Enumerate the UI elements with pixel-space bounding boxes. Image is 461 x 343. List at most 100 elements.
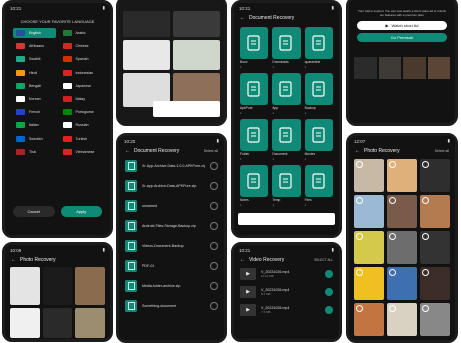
select-all-link[interactable]: SELECT ALL [314,258,333,262]
photo-thumb[interactable] [387,303,417,336]
folder-item[interactable]: Temp 1 [272,165,301,207]
folder-item[interactable]: Boox 1 [240,27,269,69]
folder-item[interactable]: Downloads 1 [272,27,301,69]
gallery-thumb[interactable] [403,56,426,79]
photo-thumb[interactable] [387,267,417,300]
select-checkbox[interactable] [325,306,333,314]
gallery-thumb[interactable] [378,56,401,79]
folder-item[interactable]: App 1 [272,73,301,115]
folder-item[interactable]: Backup 1 [304,73,333,115]
photo-thumb[interactable] [354,267,384,300]
list-item[interactable]: unnamed [119,196,224,216]
folder-item[interactable]: Folder 1 [240,119,269,161]
language-option[interactable]: French [13,107,56,117]
gallery-thumb[interactable] [10,267,40,305]
select-checkbox[interactable] [389,233,396,240]
gallery-thumb[interactable] [75,308,105,338]
select-checkbox[interactable] [210,202,218,210]
select-checkbox[interactable] [356,269,363,276]
list-item[interactable]: ▶ V_20231026.mp4 10.11 MB [234,265,339,283]
back-arrow-icon[interactable]: ← [125,148,130,154]
photo-thumb[interactable] [354,303,384,336]
list-item[interactable]: Media-folder-archive.zip [119,276,224,296]
select-checkbox[interactable] [210,262,218,270]
language-option[interactable]: Hindi [13,68,56,78]
select-checkbox[interactable] [356,233,363,240]
select-checkbox[interactable] [389,269,396,276]
list-item[interactable]: Xr-app-Archive-Data-APKPure.zip [119,176,224,196]
select-checkbox[interactable] [210,182,218,190]
photo-thumb[interactable] [420,303,450,336]
ad-banner[interactable] [153,101,220,117]
watch-ad-button[interactable]: ▶ Watch short Ad [357,20,447,30]
back-arrow-icon[interactable]: ← [240,15,245,21]
photo-thumb[interactable] [387,231,417,264]
gallery-thumb[interactable] [123,11,170,37]
folder-item[interactable]: Files 1 [304,165,333,207]
list-item[interactable]: Something-document [119,296,224,316]
folder-item[interactable]: Document 1 [272,119,301,161]
gallery-thumb[interactable] [75,267,105,305]
select-checkbox[interactable] [422,197,429,204]
photo-thumb[interactable] [420,231,450,264]
list-item[interactable]: Xr-App-Archive-Data-1.0.0.APKPure.zip [119,156,224,176]
select-checkbox[interactable] [210,162,218,170]
gallery-thumb[interactable] [173,40,220,70]
folder-item[interactable]: ApkPure 1 [240,73,269,115]
language-option[interactable]: Swahili [13,54,56,64]
language-option[interactable]: Arabic [60,28,103,38]
photo-thumb[interactable] [354,195,384,228]
language-option[interactable]: English [13,28,56,38]
language-option[interactable]: Afrikaans [13,41,56,51]
select-checkbox[interactable] [422,305,429,312]
back-arrow-icon[interactable]: ← [11,257,16,263]
photo-thumb[interactable] [387,195,417,228]
list-item[interactable]: Android-Files-Storage-Backup.zip [119,216,224,236]
photo-thumb[interactable] [420,267,450,300]
language-option[interactable]: Turkish [60,134,103,144]
language-option[interactable]: Korean [13,94,56,104]
list-item[interactable]: Videos-Document-Backup [119,236,224,256]
photo-thumb[interactable] [387,159,417,192]
language-option[interactable]: Spanish [60,54,103,64]
language-option[interactable]: Chinese [60,41,103,51]
language-option[interactable]: Italian [13,120,56,130]
select-all-link[interactable]: Select all [204,149,218,153]
gallery-thumb[interactable] [123,40,170,70]
select-checkbox[interactable] [422,161,429,168]
list-item[interactable]: ▶ V_20231026.mp4 7.4 MB [234,301,339,319]
select-checkbox[interactable] [356,305,363,312]
photo-thumb[interactable] [420,159,450,192]
list-item[interactable]: ▶ V_20231026.mp4 8.4 MB [234,283,339,301]
select-all-link[interactable]: Select all [435,149,449,153]
select-checkbox[interactable] [210,282,218,290]
select-checkbox[interactable] [210,242,218,250]
select-checkbox[interactable] [356,197,363,204]
back-arrow-icon[interactable]: ← [240,257,245,263]
folder-item[interactable]: Movies 1 [304,119,333,161]
photo-thumb[interactable] [354,159,384,192]
select-checkbox[interactable] [389,305,396,312]
select-checkbox[interactable] [325,270,333,278]
language-option[interactable]: Indonesian [60,68,103,78]
language-option[interactable]: Malay [60,94,103,104]
select-checkbox[interactable] [422,233,429,240]
gallery-thumb[interactable] [42,308,73,338]
select-checkbox[interactable] [389,161,396,168]
ad-banner[interactable] [238,213,335,225]
select-checkbox[interactable] [356,161,363,168]
language-option[interactable]: Swedish [13,134,56,144]
folder-item[interactable]: quarantine 1 [304,27,333,69]
language-option[interactable]: Vietnamese [60,147,103,157]
gallery-thumb[interactable] [354,56,377,79]
select-checkbox[interactable] [389,197,396,204]
gallery-thumb[interactable] [42,267,73,305]
select-checkbox[interactable] [210,222,218,230]
language-option[interactable]: Japanese [60,81,103,91]
gallery-thumb[interactable] [173,11,220,37]
language-option[interactable]: Thai [13,147,56,157]
gallery-thumb[interactable] [427,56,450,79]
select-checkbox[interactable] [210,302,218,310]
language-option[interactable]: Bengali [13,81,56,91]
select-checkbox[interactable] [422,269,429,276]
